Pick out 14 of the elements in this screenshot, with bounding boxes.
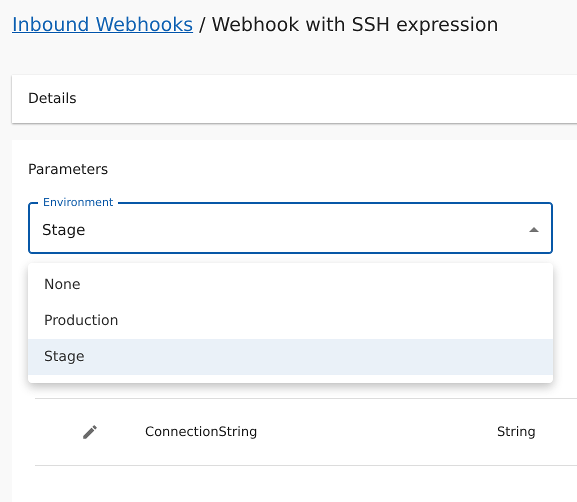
caret-icon <box>529 227 539 232</box>
edit-icon[interactable] <box>81 423 99 441</box>
environment-select[interactable]: Environment Stage <box>28 196 553 254</box>
menu-option[interactable]: Stage <box>28 339 553 375</box>
breadcrumb-separator: / <box>199 14 206 36</box>
page-title: Webhook with SSH expression <box>212 14 499 36</box>
breadcrumb-link[interactable]: Inbound Webhooks <box>12 14 194 36</box>
table-cell-text: ConnectionString <box>145 424 258 440</box>
field-value: Stage <box>42 220 86 238</box>
section-title: Parameters <box>28 162 110 180</box>
menu-option[interactable]: None <box>28 267 553 303</box>
details-panel[interactable]: Details <box>12 75 577 123</box>
table-cell-text: String <box>497 424 537 440</box>
menu-option[interactable]: Production <box>28 303 553 339</box>
